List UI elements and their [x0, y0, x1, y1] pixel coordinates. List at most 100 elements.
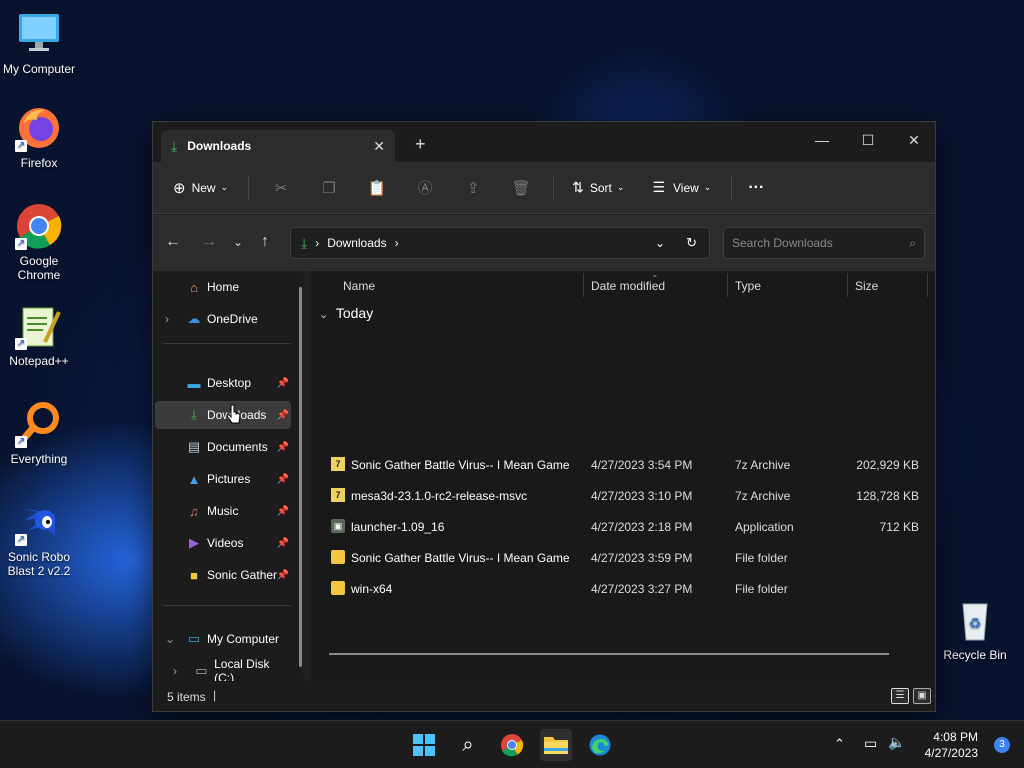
file-row[interactable]: 7 mesa3d-23.1.0-rc2-release-msvc 4/27/20…	[327, 482, 923, 510]
chevron-down-icon: ⌄	[220, 182, 229, 192]
taskbar-search-button[interactable]: ⌕	[452, 729, 484, 761]
file-row[interactable]: win-x64 4/27/2023 3:27 PM File folder	[327, 575, 923, 603]
shortcut-arrow-icon: ↗	[15, 436, 27, 448]
taskbar-edge[interactable]	[584, 729, 616, 761]
close-tab-icon[interactable]: ✕	[373, 138, 385, 155]
sidebar-item-my-computer[interactable]: ⌄ ▭ My Computer	[155, 625, 291, 653]
column-divider[interactable]	[727, 273, 728, 297]
sidebar-item-onedrive[interactable]: › ☁ OneDrive	[155, 305, 291, 333]
forward-arrow-icon[interactable]: →	[201, 233, 217, 251]
rename-icon[interactable]: Ⓐ	[401, 177, 449, 198]
desktop-icon-everything[interactable]: ↗ Everything	[1, 400, 77, 466]
volume-icon[interactable]: 🔈	[888, 734, 905, 751]
column-divider[interactable]	[583, 273, 584, 297]
cut-icon[interactable]: ✂	[257, 179, 305, 197]
sidebar-item-desktop[interactable]: ▬ Desktop 📌	[155, 369, 291, 397]
sidebar-item-downloads[interactable]: ⤓ Downloads 📌	[155, 401, 291, 429]
file-size: 128,728 KB	[856, 489, 919, 503]
pin-icon: 📌	[276, 377, 289, 389]
file-type: 7z Archive	[735, 489, 791, 503]
sidebar-item-label: My Computer	[207, 632, 280, 646]
file-row[interactable]: Sonic Gather Battle Virus-- I Mean Game …	[327, 544, 923, 572]
status-separator: |	[213, 688, 217, 702]
clock[interactable]: 4:08 PM 4/27/2023	[925, 729, 978, 761]
edge-icon	[589, 734, 611, 756]
start-button[interactable]	[408, 729, 440, 761]
shortcut-arrow-icon: ↗	[15, 338, 27, 350]
file-date: 4/27/2023 3:10 PM	[591, 489, 693, 503]
desktop-icon-notepadpp[interactable]: ↗ Notepad++	[1, 302, 77, 368]
sonic-icon: ↗	[15, 498, 63, 546]
network-icon[interactable]: ▭	[864, 735, 877, 752]
desktop-icon-recycle-bin[interactable]: ♻ Recycle Bin	[937, 596, 1013, 662]
pin-icon: 📌	[276, 473, 289, 485]
music-icon: ♫	[189, 503, 199, 519]
desktop-icon-label: Sonic Robo Blast 2 v2.2	[7, 550, 71, 578]
desktop-icon-label: Recycle Bin	[943, 648, 1007, 662]
sidebar-item-home[interactable]: ⌂ Home	[155, 273, 291, 301]
desktop-icon-chrome[interactable]: ↗ Google Chrome	[1, 202, 77, 282]
refresh-icon[interactable]: ↻	[686, 235, 697, 251]
paste-icon[interactable]: 📋	[353, 179, 401, 197]
taskbar-file-explorer[interactable]	[540, 729, 572, 761]
taskbar-chrome[interactable]	[496, 729, 528, 761]
file-row[interactable]: 7 Sonic Gather Battle Virus-- I Mean Gam…	[327, 451, 923, 479]
delete-icon[interactable]: 🗑	[497, 179, 545, 197]
sidebar-scrollbar[interactable]	[299, 287, 302, 667]
address-bar[interactable]: ⤓ › Downloads › ⌄ ↻	[290, 227, 710, 259]
more-options-button[interactable]: ···	[746, 172, 766, 204]
column-divider[interactable]	[847, 273, 848, 297]
details-view-button[interactable]: ☰	[891, 688, 909, 704]
sidebar-item-pictures[interactable]: ▲ Pictures 📌	[155, 465, 291, 493]
sidebar-divider	[163, 343, 291, 344]
navigation-pane: ⌂ Home › ☁ OneDrive ▬ Desktop 📌 ⤓ Downlo…	[153, 271, 303, 685]
sort-button[interactable]: ⇅ Sort ⌄	[570, 172, 626, 204]
column-type[interactable]: Type	[735, 279, 761, 293]
sidebar-item-label: OneDrive	[207, 312, 258, 326]
file-name: win-x64	[351, 582, 393, 596]
column-size[interactable]: Size	[855, 279, 878, 293]
column-name[interactable]: Name	[343, 279, 375, 293]
desktop-icon-my-computer[interactable]: My Computer	[1, 10, 77, 76]
sidebar-item-documents[interactable]: ▤ Documents 📌	[155, 433, 291, 461]
file-list: Name Date modified ⌄ Type Size ⌄ Today 7…	[311, 269, 935, 683]
minimize-button[interactable]: —	[799, 126, 845, 154]
recent-chevron-icon[interactable]: ⌄	[233, 235, 243, 249]
close-window-button[interactable]: ✕	[891, 126, 937, 154]
breadcrumb-chevron-icon: ›	[315, 236, 320, 250]
desktop-icon-srb2[interactable]: ↗ Sonic Robo Blast 2 v2.2	[1, 498, 77, 578]
column-date-modified[interactable]: Date modified	[591, 279, 665, 293]
back-arrow-icon[interactable]: ←	[165, 233, 181, 251]
pin-icon: 📌	[276, 409, 289, 421]
tiles-view-button[interactable]: ▣	[913, 688, 931, 704]
breadcrumb-downloads[interactable]: Downloads	[327, 236, 386, 250]
archive-icon: 7	[331, 457, 345, 471]
desktop-icon-firefox[interactable]: ↗ Firefox	[1, 104, 77, 170]
sidebar-item-sonic-gather[interactable]: ■ Sonic Gather 📌	[155, 561, 291, 589]
view-button[interactable]: ☰ View ⌄	[650, 172, 713, 204]
sidebar-item-music[interactable]: ♫ Music 📌	[155, 497, 291, 525]
notification-badge[interactable]: 3	[994, 737, 1010, 753]
firefox-icon: ↗	[15, 104, 63, 152]
desktop-icon-label: Everything	[10, 452, 68, 466]
shortcut-arrow-icon: ↗	[15, 238, 27, 250]
share-icon[interactable]: ⇪	[449, 179, 497, 197]
search-input[interactable]	[732, 236, 910, 250]
file-row[interactable]: ▣ launcher-1.09_16 4/27/2023 2:18 PM App…	[327, 513, 923, 541]
address-dropdown-icon[interactable]: ⌄	[655, 236, 665, 250]
column-divider[interactable]	[927, 273, 928, 297]
taskbar: ⌕ ⌃ ▭ 🔈 4:08 PM 4/27/2023 3	[0, 720, 1024, 768]
search-icon: ⌕	[462, 733, 474, 756]
up-arrow-icon[interactable]: ↑	[261, 233, 269, 251]
horizontal-scrollbar[interactable]	[329, 653, 889, 655]
tab-downloads[interactable]: ⤓ Downloads ✕	[161, 130, 395, 162]
maximize-button[interactable]: ☐	[845, 126, 891, 154]
sidebar-item-videos[interactable]: ▶ Videos 📌	[155, 529, 291, 557]
group-header-today[interactable]: ⌄ Today	[319, 305, 373, 321]
copy-icon[interactable]: ❐	[305, 179, 353, 197]
new-tab-button[interactable]: +	[415, 134, 426, 155]
new-button[interactable]: ⊕ New ⌄	[171, 172, 230, 204]
chevron-up-icon[interactable]: ⌃	[834, 736, 845, 752]
view-list-icon: ☰	[652, 179, 665, 195]
magnifier-icon: ↗	[15, 400, 63, 448]
